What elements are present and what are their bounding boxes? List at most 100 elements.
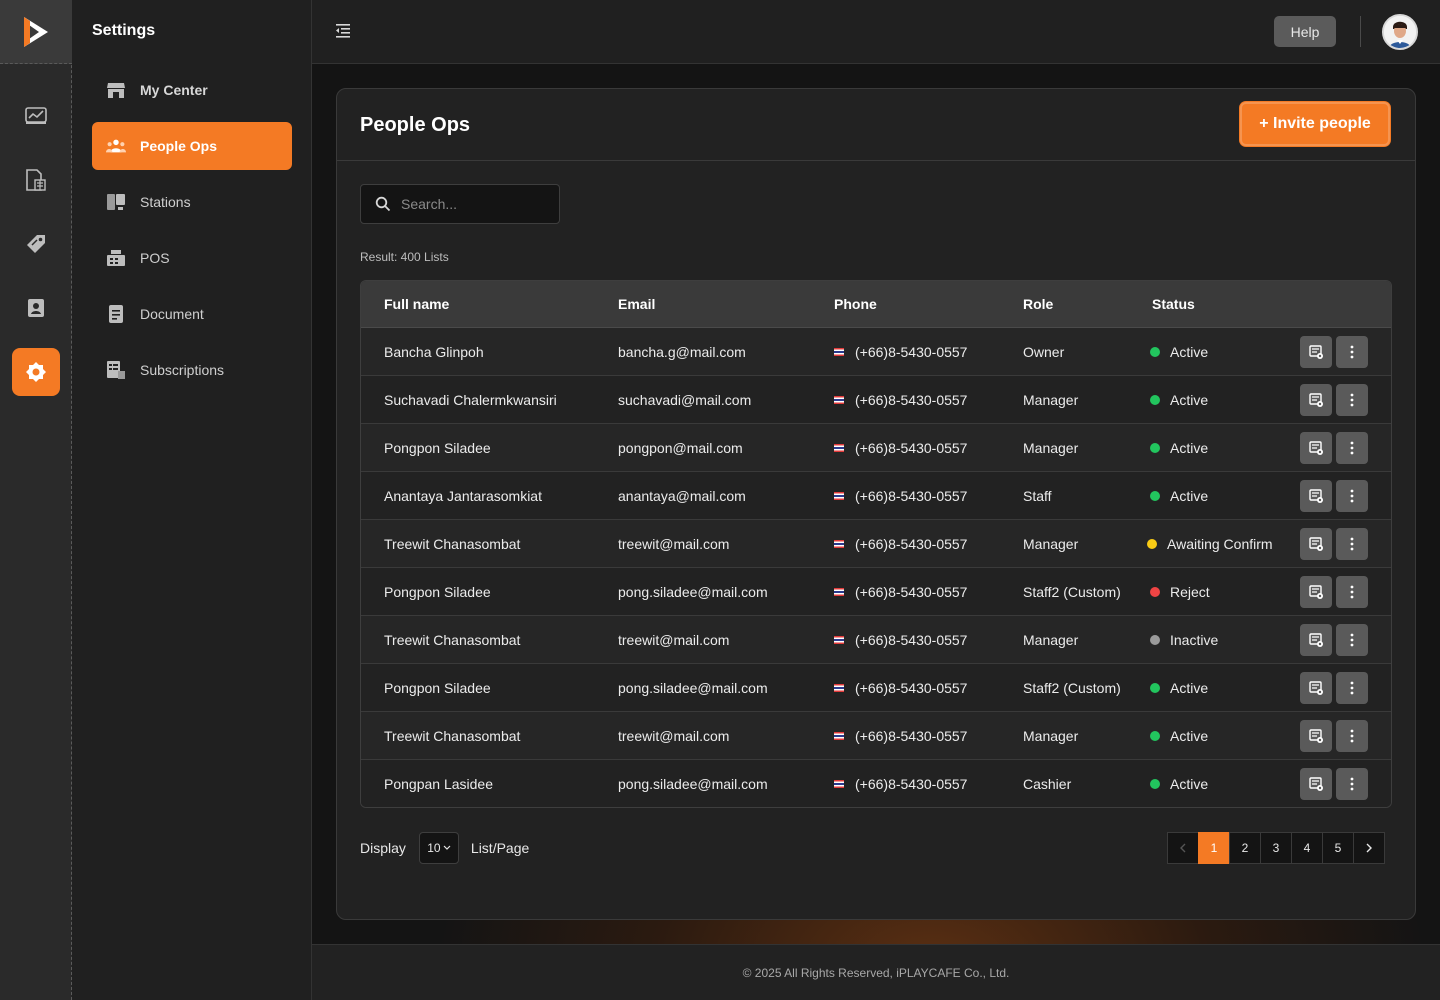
search-input[interactable] [401,196,551,212]
cell-full-name: Pongpon Siladee [384,584,491,600]
more-options-button[interactable] [1336,768,1368,800]
sidebar-item-document[interactable]: Document [92,290,292,338]
sidebar-item-subscriptions[interactable]: Subscriptions [92,346,292,394]
sidebar-item-stations[interactable]: Stations [92,178,292,226]
page-2-button[interactable]: 2 [1229,832,1261,864]
cell-email: bancha.g@mail.com [618,344,746,360]
page-4-button[interactable]: 4 [1291,832,1323,864]
cell-email: pong.siladee@mail.com [618,680,768,696]
edit-permission-button[interactable] [1300,576,1332,608]
table-row[interactable]: Anantaya Jantarasomkiat anantaya@mail.com… [361,472,1391,520]
cell-full-name: Pongpon Siladee [384,440,491,456]
app-logo[interactable] [0,0,72,64]
top-bar: Help [312,0,1440,64]
table-row[interactable]: Pongpon Siladee pong.siladee@mail.com (+66… [361,664,1391,712]
edit-permission-button[interactable] [1300,672,1332,704]
table-row[interactable]: Pongpon Siladee pongpon@mail.com (+66)8-54… [361,424,1391,472]
thai-flag-icon [834,396,844,404]
page-3-button[interactable]: 3 [1260,832,1292,864]
table-row[interactable]: Treewit Chanasombat treewit@mail.com (+66)… [361,712,1391,760]
header-email[interactable]: Email [618,296,655,312]
more-options-button[interactable] [1336,384,1368,416]
table-row[interactable]: Treewit Chanasombat treewit@mail.com (+66)… [361,520,1391,568]
collapse-menu-icon[interactable] [334,22,354,42]
more-vertical-icon [1350,393,1354,407]
header-role[interactable]: Role [1023,296,1053,312]
avatar[interactable] [1382,14,1418,50]
cell-status: Inactive [1150,632,1218,648]
cell-full-name: Treewit Chanasombat [384,728,521,744]
phone-text: (+66)8-5430-0557 [855,632,968,648]
people-icon [106,136,126,156]
cell-full-name: Pongpon Siladee [384,680,491,696]
edit-permission-button[interactable] [1300,384,1332,416]
status-text: Active [1170,344,1209,360]
phone-text: (+66)8-5430-0557 [855,584,968,600]
next-page-button[interactable] [1353,832,1385,864]
edit-permission-button[interactable] [1300,432,1332,464]
table-row[interactable]: Pongpan Lasidee pong.siladee@mail.com (+66… [361,760,1391,807]
subscription-icon [106,360,126,380]
cell-role: Manager [1023,632,1079,648]
pagination: 12345 [1167,832,1385,864]
edit-permission-button[interactable] [1300,720,1332,752]
header-status[interactable]: Status [1152,296,1195,312]
sidebar-item-people-ops[interactable]: People Ops [92,122,292,170]
status-text: Active [1170,728,1209,744]
prev-page-button[interactable] [1167,832,1199,864]
table-row[interactable]: Pongpon Siladee pong.siladee@mail.com (+66… [361,568,1391,616]
cell-phone: (+66)8-5430-0557 [834,584,967,600]
edit-permission-button[interactable] [1300,768,1332,800]
edit-user-icon [1309,441,1323,455]
more-vertical-icon [1350,633,1354,647]
sidebar-item-pos[interactable]: POS [92,234,292,282]
more-options-button[interactable] [1336,528,1368,560]
more-options-button[interactable] [1336,336,1368,368]
cell-full-name: Treewit Chanasombat [384,632,521,648]
status-dot-icon [1150,443,1160,453]
cell-email: pong.siladee@mail.com [618,776,768,792]
more-options-button[interactable] [1336,624,1368,656]
cell-phone: (+66)8-5430-0557 [834,440,967,456]
cell-phone: (+66)8-5430-0557 [834,632,967,648]
search-box[interactable] [360,184,560,224]
invite-people-button[interactable]: + Invite people [1240,102,1390,146]
sidebar-item-my-center[interactable]: My Center [92,66,292,114]
header-phone[interactable]: Phone [834,296,877,312]
more-options-button[interactable] [1336,672,1368,704]
cell-status: Reject [1150,584,1210,600]
edit-permission-button[interactable] [1300,624,1332,656]
settings-nav-icon[interactable] [12,348,60,396]
tag-nav-icon[interactable] [12,220,60,268]
edit-permission-button[interactable] [1300,336,1332,368]
edit-permission-button[interactable] [1300,528,1332,560]
page-5-button[interactable]: 5 [1322,832,1354,864]
cell-role: Staff2 (Custom) [1023,584,1121,600]
table-header: Full name Email Phone Role Status [361,281,1391,328]
more-options-button[interactable] [1336,432,1368,464]
table-row[interactable]: Bancha Glinpoh bancha.g@mail.com (+66)8-54… [361,328,1391,376]
dashboard-nav-icon[interactable] [12,92,60,140]
phone-text: (+66)8-5430-0557 [855,776,968,792]
table-row[interactable]: Treewit Chanasombat treewit@mail.com (+66)… [361,616,1391,664]
cell-role: Owner [1023,344,1065,360]
table-row[interactable]: Suchavadi Chalermkwansiri suchavadi@mail.… [361,376,1391,424]
edit-user-icon [1309,489,1323,503]
cell-status: Active [1150,776,1208,792]
edit-permission-button[interactable] [1300,480,1332,512]
help-button[interactable]: Help [1274,16,1336,47]
more-options-button[interactable] [1336,720,1368,752]
more-options-button[interactable] [1336,480,1368,512]
edit-user-icon [1309,345,1323,359]
page-1-button[interactable]: 1 [1198,832,1230,864]
per-page-select[interactable]: 10 [418,832,459,864]
cell-role: Manager [1023,728,1079,744]
header-full-name[interactable]: Full name [384,296,449,312]
store-icon [106,80,126,100]
report-nav-icon[interactable] [12,156,60,204]
cell-status: Active [1150,344,1208,360]
contacts-nav-icon[interactable] [12,284,60,332]
cell-role: Manager [1023,392,1079,408]
more-options-button[interactable] [1336,576,1368,608]
edit-user-icon [1309,585,1323,599]
